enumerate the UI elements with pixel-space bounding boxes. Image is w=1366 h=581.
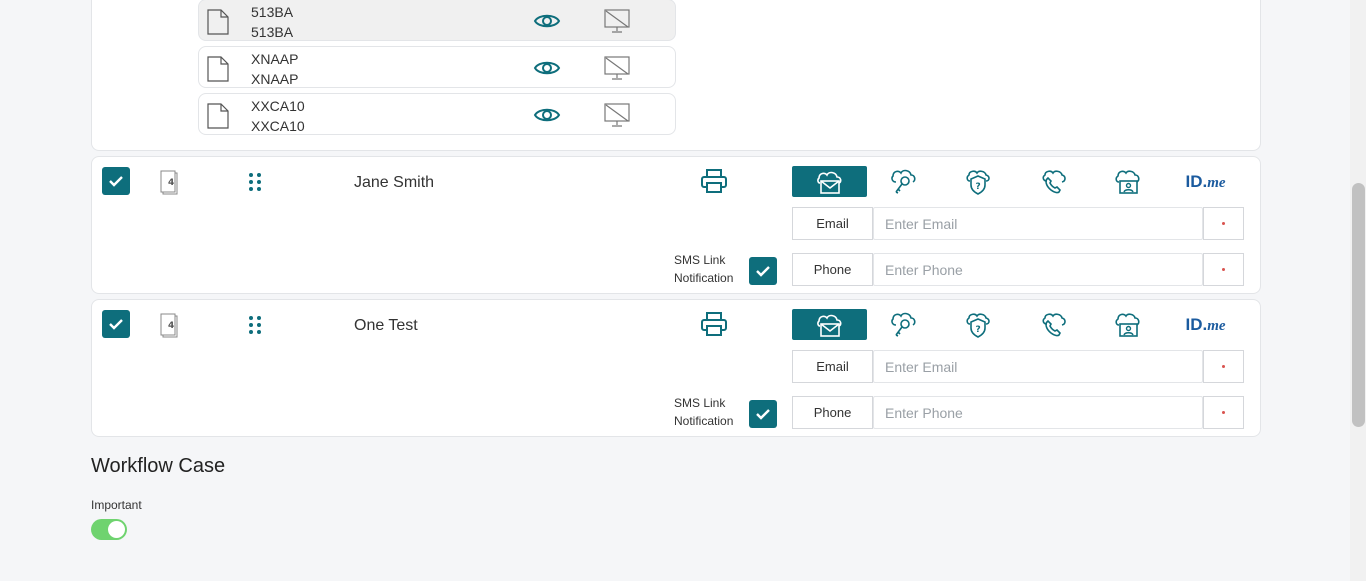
phone-input[interactable]: Enter Phone (873, 396, 1203, 429)
sms-notification-checkbox[interactable] (749, 400, 777, 428)
phone-required-indicator (1203, 396, 1244, 429)
important-label: Important (91, 498, 142, 512)
shield-question-icon: ? (965, 169, 990, 195)
drag-handle-icon[interactable] (248, 172, 262, 192)
pages-icon: 4 (160, 313, 178, 338)
auth-method-email[interactable] (792, 166, 867, 197)
idme-logo: ID.me (1185, 314, 1226, 334)
auth-method-email[interactable] (792, 309, 867, 340)
auth-method-key[interactable] (865, 166, 940, 197)
phone-call-icon (1041, 312, 1066, 336)
document-name: XXCA10 XXCA10 (251, 98, 305, 134)
document-icon (207, 9, 229, 35)
eye-icon[interactable] (533, 58, 561, 78)
drag-handle-icon[interactable] (248, 315, 262, 335)
auth-method-id[interactable] (1090, 166, 1165, 197)
key-icon (890, 312, 916, 337)
document-name: XNAAP XNAAP (251, 51, 299, 87)
phone-required-indicator (1203, 253, 1244, 286)
checkmark-icon (109, 319, 123, 330)
email-required-indicator (1203, 350, 1244, 383)
sms-notification-label: SMS Link Notification (674, 253, 734, 285)
workflow-case-title: Workflow Case (91, 455, 226, 477)
svg-text:?: ? (975, 325, 980, 335)
checkmark-icon (756, 266, 770, 277)
idme-logo: ID.me (1185, 171, 1226, 191)
document-row[interactable]: XXCA10 XXCA10 (198, 93, 676, 135)
email-input[interactable]: Enter Email (873, 350, 1203, 383)
checkmark-icon (756, 409, 770, 420)
checkmark-icon (109, 176, 123, 187)
monitor-off-icon[interactable] (603, 102, 631, 128)
auth-method-phone[interactable] (1015, 166, 1090, 197)
print-icon[interactable] (700, 168, 728, 194)
eye-icon[interactable] (533, 11, 561, 31)
email-input[interactable]: Enter Email (873, 207, 1203, 240)
phone-label: Phone (792, 253, 873, 286)
auth-method-kba[interactable]: ? (940, 166, 1015, 197)
email-icon (816, 171, 842, 194)
phone-label: Phone (792, 396, 873, 429)
svg-text:4: 4 (168, 321, 174, 331)
shield-question-icon: ? (965, 312, 990, 338)
signer-name: Jane Smith (354, 174, 435, 191)
signer-card: 4 Jane Smith ? ID.me Email Enter Email S… (91, 156, 1261, 294)
auth-method-idme[interactable]: ID.me (1168, 309, 1243, 340)
important-toggle[interactable] (91, 519, 127, 540)
auth-method-idme[interactable]: ID.me (1168, 166, 1243, 197)
signer-card: 4 One Test ? ID.me Email Enter Email SMS… (91, 299, 1261, 437)
auth-method-id[interactable] (1090, 309, 1165, 340)
documents-card: 513BA 513BA XNAAP XNAAP XXCA10 XXCA10 (91, 0, 1261, 151)
toggle-knob (108, 521, 125, 538)
document-icon (207, 56, 229, 82)
auth-method-kba[interactable]: ? (940, 309, 1015, 340)
sms-notification-checkbox[interactable] (749, 257, 777, 285)
svg-text:4: 4 (168, 178, 174, 188)
email-icon (816, 314, 842, 337)
svg-text:?: ? (975, 182, 980, 192)
document-row[interactable]: XNAAP XNAAP (198, 46, 676, 88)
signer-checkbox[interactable] (102, 310, 130, 338)
scrollbar-thumb[interactable] (1352, 183, 1365, 427)
monitor-off-icon[interactable] (603, 55, 631, 81)
email-label: Email (792, 207, 873, 240)
document-row[interactable]: 513BA 513BA (198, 0, 676, 41)
auth-method-phone[interactable] (1015, 309, 1090, 340)
key-icon (890, 169, 916, 194)
print-icon[interactable] (700, 311, 728, 337)
auth-method-key[interactable] (865, 309, 940, 340)
phone-call-icon (1041, 169, 1066, 193)
sms-notification-label: SMS Link Notification (674, 396, 734, 428)
eye-icon[interactable] (533, 105, 561, 125)
pages-icon: 4 (160, 170, 178, 195)
document-name: 513BA 513BA (251, 4, 294, 40)
cloud-id-icon (1114, 312, 1140, 337)
cloud-id-icon (1114, 169, 1140, 194)
signer-name: One Test (354, 317, 418, 334)
document-icon (207, 103, 229, 129)
signer-checkbox[interactable] (102, 167, 130, 195)
email-required-indicator (1203, 207, 1244, 240)
email-label: Email (792, 350, 873, 383)
monitor-off-icon[interactable] (603, 8, 631, 34)
phone-input[interactable]: Enter Phone (873, 253, 1203, 286)
